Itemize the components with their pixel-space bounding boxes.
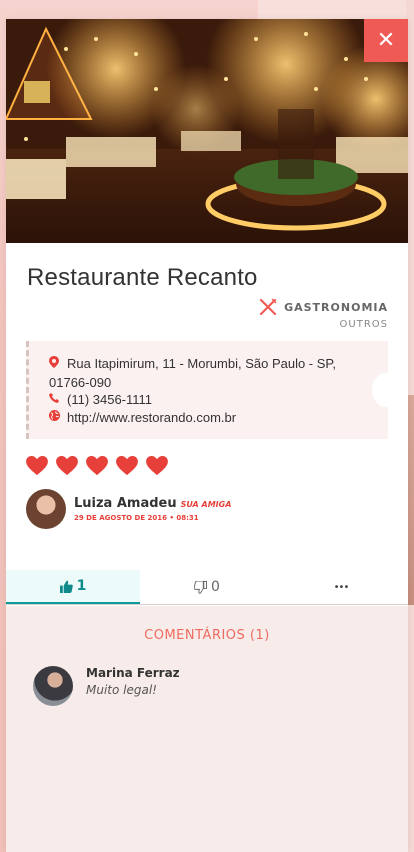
commenter-avatar[interactable] <box>33 666 73 706</box>
address-line: Rua Itapimirum, 11 - Morumbi, São Paulo … <box>49 355 378 374</box>
website-line[interactable]: http://www.restorando.com.br <box>49 409 378 427</box>
dislike-button[interactable]: 0 <box>140 570 274 604</box>
rating-hearts <box>26 456 168 476</box>
comment-text: Muito legal! <box>86 683 157 697</box>
heart-icon[interactable] <box>26 456 48 476</box>
venue-title: Restaurante Recanto <box>27 264 258 291</box>
heart-icon[interactable] <box>86 456 108 476</box>
venue-info-box: Rua Itapimirum, 11 - Morumbi, São Paulo … <box>26 341 400 439</box>
address-text: Rua Itapimirum, 11 - Morumbi, São Paulo … <box>67 356 337 371</box>
fork-knife-icon <box>259 298 277 316</box>
comments-title: COMENTÁRIOS (1) <box>144 628 270 643</box>
heart-icon[interactable] <box>146 456 168 476</box>
phone-line[interactable]: (11) 3456-1111 <box>49 391 378 409</box>
author-block[interactable]: Luiza Amadeu SUA AMIGA 29 DE AGOSTO DE 2… <box>26 489 231 529</box>
friend-badge: SUA AMIGA <box>180 500 232 509</box>
reaction-bar: 1 0 ••• <box>6 570 408 605</box>
category-label: GASTRONOMIA <box>284 300 388 314</box>
info-notch <box>372 373 400 407</box>
map-pin-icon <box>49 356 61 374</box>
venue-photo: ✕ <box>6 19 408 243</box>
website-link: http://www.restorando.com.br <box>67 410 237 425</box>
commenter-name[interactable]: Marina Ferraz <box>86 666 180 680</box>
phone-icon <box>49 392 61 409</box>
phone-text: (11) 3456-1111 <box>67 392 153 407</box>
ellipsis-icon: ••• <box>333 581 350 593</box>
like-button[interactable]: 1 <box>6 570 140 604</box>
subcategory-label: OUTROS <box>339 319 388 330</box>
heart-icon[interactable] <box>116 456 138 476</box>
more-options-button[interactable]: ••• <box>274 570 408 604</box>
comments-section: COMENTÁRIOS (1) Marina Ferraz Muito lega… <box>6 606 408 852</box>
category-block: GASTRONOMIA OUTROS <box>258 297 388 330</box>
close-button[interactable]: ✕ <box>364 19 408 62</box>
background-header <box>258 0 414 20</box>
thumbs-down-icon <box>194 580 208 594</box>
like-count: 1 <box>76 578 87 594</box>
venue-modal: ✕ Restaurante Recanto GASTRONOMIA OUTROS… <box>6 19 408 852</box>
close-icon: ✕ <box>376 28 396 53</box>
address-postcode: 01766-090 <box>49 375 112 390</box>
post-date: 29 DE AGOSTO DE 2016 • 08:31 <box>74 514 199 522</box>
thumbs-up-icon <box>59 580 73 593</box>
heart-icon[interactable] <box>56 456 78 476</box>
author-name[interactable]: Luiza Amadeu <box>74 496 177 511</box>
globe-icon <box>49 410 61 427</box>
comment-item: Marina Ferraz Muito legal! <box>33 666 180 706</box>
dislike-count: 0 <box>211 579 220 595</box>
author-avatar[interactable] <box>26 489 66 529</box>
